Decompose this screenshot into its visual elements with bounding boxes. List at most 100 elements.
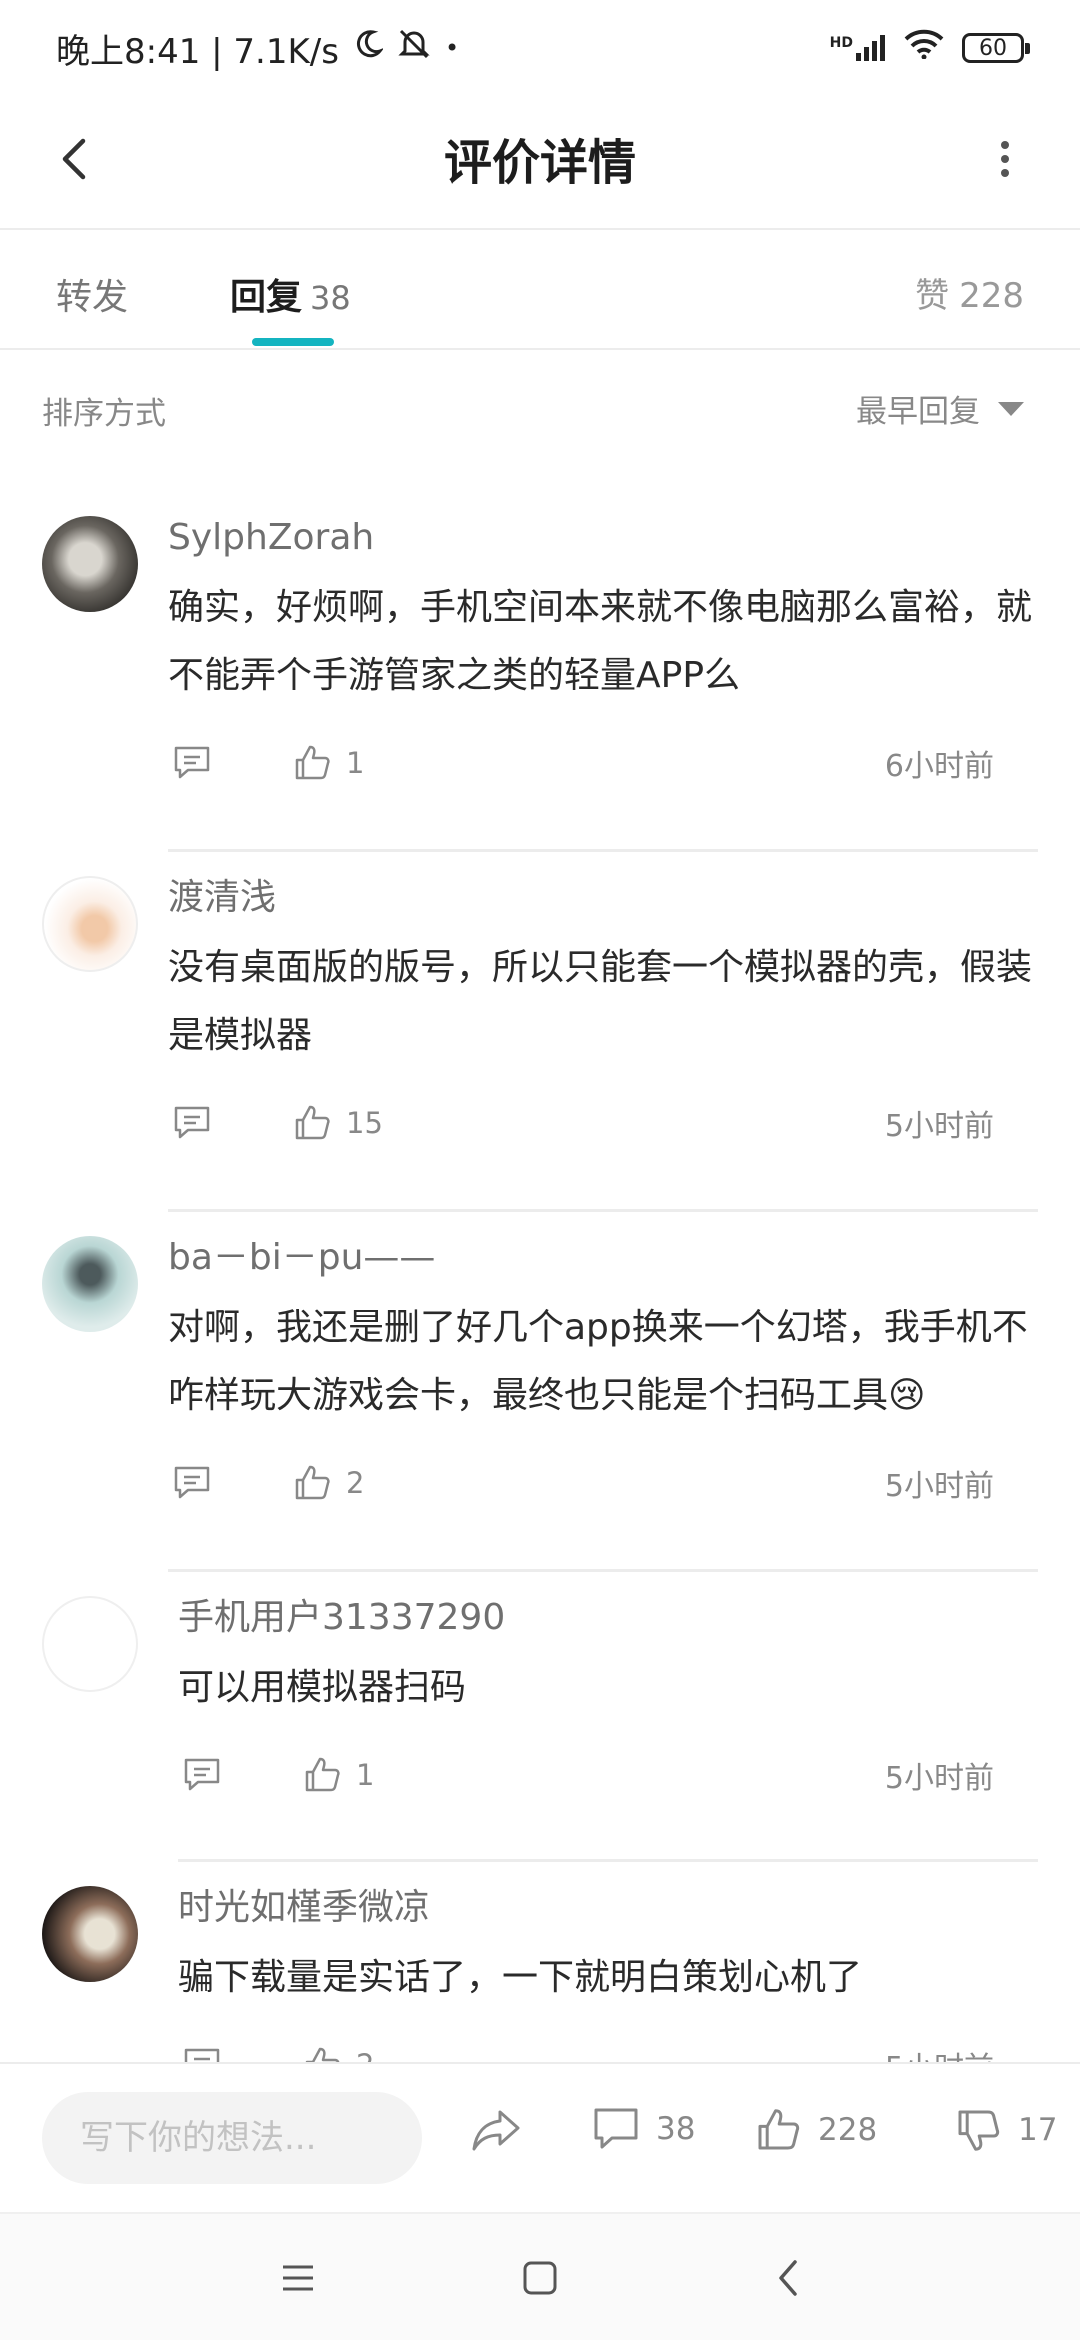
reply-body: 手机用户31337290 可以用模拟器扫码 1 5小时前 (178, 1572, 1038, 1810)
tab-forward[interactable]: 转发 (56, 268, 128, 320)
reply-item: ba－bi－pu—— 对啊，我还是删了好几个app换来一个幻塔，我手机不咋样玩大… (0, 1212, 1080, 1572)
reply-actions: 1 6小时前 (168, 728, 1038, 798)
system-nav-bar (0, 2212, 1080, 2340)
signal-icon: HD (830, 35, 886, 61)
home-button[interactable] (510, 2248, 570, 2308)
comment-button[interactable] (178, 2041, 226, 2062)
share-button[interactable] (470, 2106, 522, 2154)
caret-down-icon (998, 401, 1024, 416)
reply-actions: 2 5小时前 (178, 2030, 1038, 2062)
tab-likes-count: 228 (959, 276, 1024, 316)
avatar[interactable] (42, 1596, 138, 1692)
share-icon (472, 2110, 520, 2151)
page-title: 评价详情 (443, 135, 636, 191)
like-count: 2 (346, 1466, 365, 1500)
comment-button[interactable] (178, 1751, 226, 1799)
back-button[interactable] (40, 124, 110, 194)
like-button[interactable]: 2 (292, 1463, 364, 1503)
reply-username[interactable]: 渡清浅 (168, 870, 1038, 926)
reply-username[interactable]: 手机用户31337290 (178, 1590, 1038, 1646)
thumbs-up-icon (295, 1465, 330, 1500)
dislikes-count: 17 (1018, 2112, 1058, 2148)
thumbs-up-icon (295, 745, 330, 780)
like-post-button[interactable]: 228 (754, 2106, 877, 2154)
likes-count: 228 (818, 2112, 878, 2148)
reply-time: 5小时前 (884, 1109, 994, 1144)
tab-bar: 转发 回复 38 赞 228 (0, 230, 1080, 350)
avatar[interactable] (42, 876, 138, 972)
thumbs-down-icon (958, 2110, 1000, 2151)
reply-body: 渡清浅 没有桌面版的版号，所以只能套一个模拟器的壳，假装是模拟器 15 5小时前 (168, 852, 1038, 1158)
like-count: 1 (346, 746, 365, 780)
reply-body: ba－bi－pu—— 对啊，我还是删了好几个app换来一个幻塔，我手机不咋样玩大… (168, 1212, 1038, 1518)
sort-selected-value: 最早回复 (856, 394, 980, 430)
thumbs-up-icon (305, 2047, 340, 2062)
status-bar: 晚上8:41 | 7.1K/s • HD 60 (0, 0, 1080, 96)
like-button[interactable]: 15 (292, 1103, 383, 1143)
sort-label: 排序方式 (42, 396, 166, 432)
avatar[interactable] (42, 516, 138, 612)
comment-button[interactable] (168, 739, 216, 787)
header: 评价详情 (0, 96, 1080, 230)
tab-reply[interactable]: 回复 38 (230, 268, 351, 320)
comment-icon (184, 2048, 220, 2062)
recents-button[interactable] (268, 2248, 328, 2308)
thumbs-up-icon (305, 1757, 340, 1792)
reply-actions: 1 5小时前 (178, 1740, 1038, 1810)
reply-time: 6小时前 (884, 749, 994, 784)
moon-icon (353, 28, 385, 68)
comment-icon (174, 746, 210, 779)
reply-username[interactable]: ba－bi－pu—— (168, 1230, 1038, 1286)
reply-time: 5小时前 (885, 2043, 994, 2062)
reply-item: 渡清浅 没有桌面版的版号，所以只能套一个模拟器的壳，假装是模拟器 15 5小时前 (0, 852, 1080, 1212)
sort-bar: 排序方式 最早回复 (0, 350, 1080, 460)
reply-body: 时光如槿季微凉 骗下载量是实话了，一下就明白策划心机了 2 5小时前 (178, 1862, 1038, 2062)
reply-item: SylphZorah 确实，好烦啊，手机空间本来就不像电脑那么富裕，就不能弄个手… (0, 492, 1080, 852)
battery-icon: 60 (962, 33, 1030, 63)
reply-username[interactable]: SylphZorah (168, 510, 1038, 566)
comment-icon (174, 1106, 210, 1139)
tab-likes-label: 赞 (915, 276, 950, 316)
reply-actions: 15 5小时前 (168, 1088, 1038, 1158)
mute-bell-icon (397, 27, 431, 70)
status-right: HD 60 (830, 28, 1030, 68)
comment-icon (184, 1758, 220, 1791)
like-button[interactable]: 1 (292, 743, 364, 783)
like-button[interactable]: 2 (302, 2045, 374, 2062)
vertical-dots-icon (1001, 141, 1009, 177)
bottom-action-bar: 38 228 17 (0, 2062, 1080, 2212)
avatar[interactable] (42, 1886, 138, 1982)
square-icon (523, 2261, 557, 2295)
battery-level: 60 (979, 35, 1007, 61)
menu-icon (283, 2265, 313, 2291)
like-button[interactable]: 1 (302, 1755, 374, 1795)
tab-likes[interactable]: 赞 228 (915, 268, 1024, 317)
avatar[interactable] (42, 1236, 138, 1332)
comment-button[interactable] (168, 1459, 216, 1507)
system-back-button[interactable] (758, 2248, 818, 2308)
comments-button[interactable]: 38 (592, 2106, 695, 2152)
tab-forward-label: 转发 (56, 277, 129, 318)
reply-time: 5小时前 (884, 1469, 994, 1504)
comment-icon (594, 2108, 638, 2149)
dislike-button[interactable]: 17 (954, 2106, 1057, 2154)
like-count: 15 (346, 1106, 383, 1140)
sort-dropdown[interactable]: 最早回复 (856, 386, 1024, 431)
tab-reply-count: 38 (310, 279, 351, 317)
status-time-speed: 晚上8:41 | 7.1K/s (56, 31, 339, 72)
thumbs-up-icon (295, 1105, 330, 1140)
reply-content: 可以用模拟器扫码 (178, 1667, 467, 1708)
tab-reply-label: 回复 (230, 277, 303, 318)
like-count: 1 (356, 1758, 375, 1792)
comment-button[interactable] (168, 1099, 216, 1147)
more-options-button[interactable] (970, 124, 1040, 194)
comment-input[interactable] (42, 2092, 422, 2184)
reply-content: 对啊，我还是删了好几个app换来一个幻塔，我手机不咋样玩大游戏会卡，最终也只能是… (168, 1307, 1028, 1416)
reply-content: 没有桌面版的版号，所以只能套一个模拟器的壳，假装是模拟器 (168, 947, 1033, 1056)
network-type-label: HD (829, 35, 853, 51)
reply-list: SylphZorah 确实，好烦啊，手机空间本来就不像电脑那么富裕，就不能弄个手… (0, 492, 1080, 2062)
reply-actions: 2 5小时前 (168, 1448, 1038, 1518)
thumbs-up-icon (758, 2109, 800, 2150)
reply-username[interactable]: 时光如槿季微凉 (178, 1880, 1038, 1936)
chevron-left-icon (62, 138, 86, 180)
